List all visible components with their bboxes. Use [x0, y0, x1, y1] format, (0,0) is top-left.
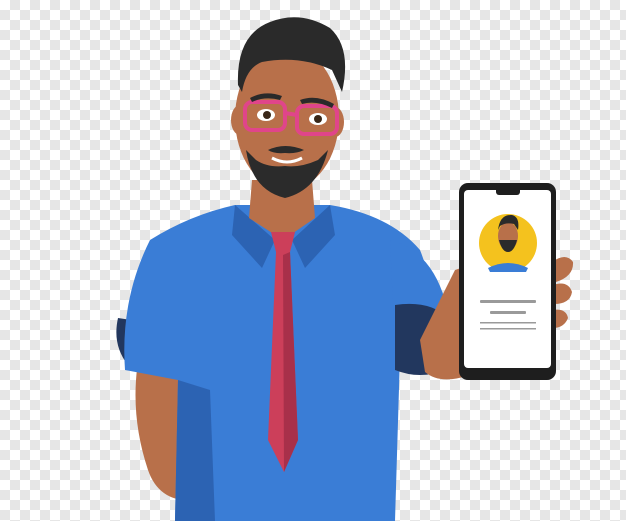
head: [231, 17, 346, 198]
smartphone: [459, 183, 556, 380]
transparent-checkerboard-background: [0, 0, 626, 521]
character-illustration: [116, 17, 574, 521]
